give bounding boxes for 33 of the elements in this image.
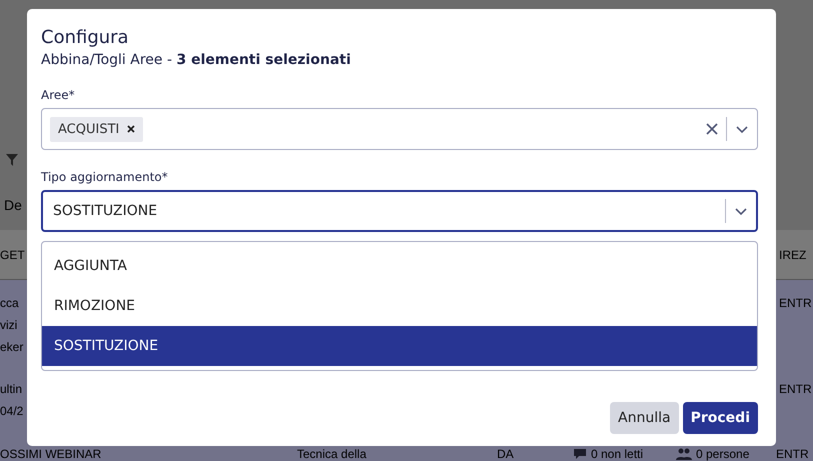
select-field[interactable]: SOSTITUZIONE xyxy=(41,190,758,232)
table-cell-text: 0 non letti xyxy=(591,447,644,461)
table-cell-text: DA xyxy=(497,447,514,461)
table-cell-text: ENTR xyxy=(776,447,810,461)
table-cell-text: vizi xyxy=(0,317,18,334)
select-value: SOSTITUZIONE xyxy=(53,203,158,219)
table-cell-text: 0 persone xyxy=(696,447,750,461)
table-cell-text: eker xyxy=(0,339,24,356)
close-icon xyxy=(127,125,136,133)
table-cell-text: Tecnica della xyxy=(297,447,366,461)
table-cell-text: ENTR xyxy=(779,381,813,398)
column-header: GET xyxy=(0,248,25,262)
table-cell-text: OSSIMI WEBINAR xyxy=(0,447,102,461)
cancel-button[interactable]: Annulla xyxy=(610,402,679,434)
field-label: Aree* xyxy=(41,88,76,102)
dialog-subtitle: Abbina/Togli Aree - 3 elementi selezionati xyxy=(41,52,352,68)
table-cell-text: 04/2 xyxy=(0,403,24,420)
chat-bubble-icon xyxy=(573,448,587,460)
dialog-title: Configura xyxy=(41,27,130,48)
proceed-button[interactable]: Procedi xyxy=(682,402,758,434)
table-cell-text: ENTR xyxy=(779,295,813,312)
table-cell-text: ultin xyxy=(0,381,22,398)
people-icon xyxy=(676,448,692,460)
dropdown-option[interactable]: SOSTITUZIONE xyxy=(42,326,757,366)
filter-text: De xyxy=(4,197,22,213)
filter-icon xyxy=(6,154,18,166)
column-header: IREZ xyxy=(779,248,808,262)
table-cell-text: cca xyxy=(0,295,19,312)
field-label: Tipo aggiornamento* xyxy=(41,170,169,184)
close-icon xyxy=(706,123,718,135)
multi-select-field[interactable]: ACQUISTI xyxy=(41,108,758,150)
clear-button[interactable] xyxy=(706,123,718,135)
tag-label: ACQUISTI xyxy=(58,122,120,136)
